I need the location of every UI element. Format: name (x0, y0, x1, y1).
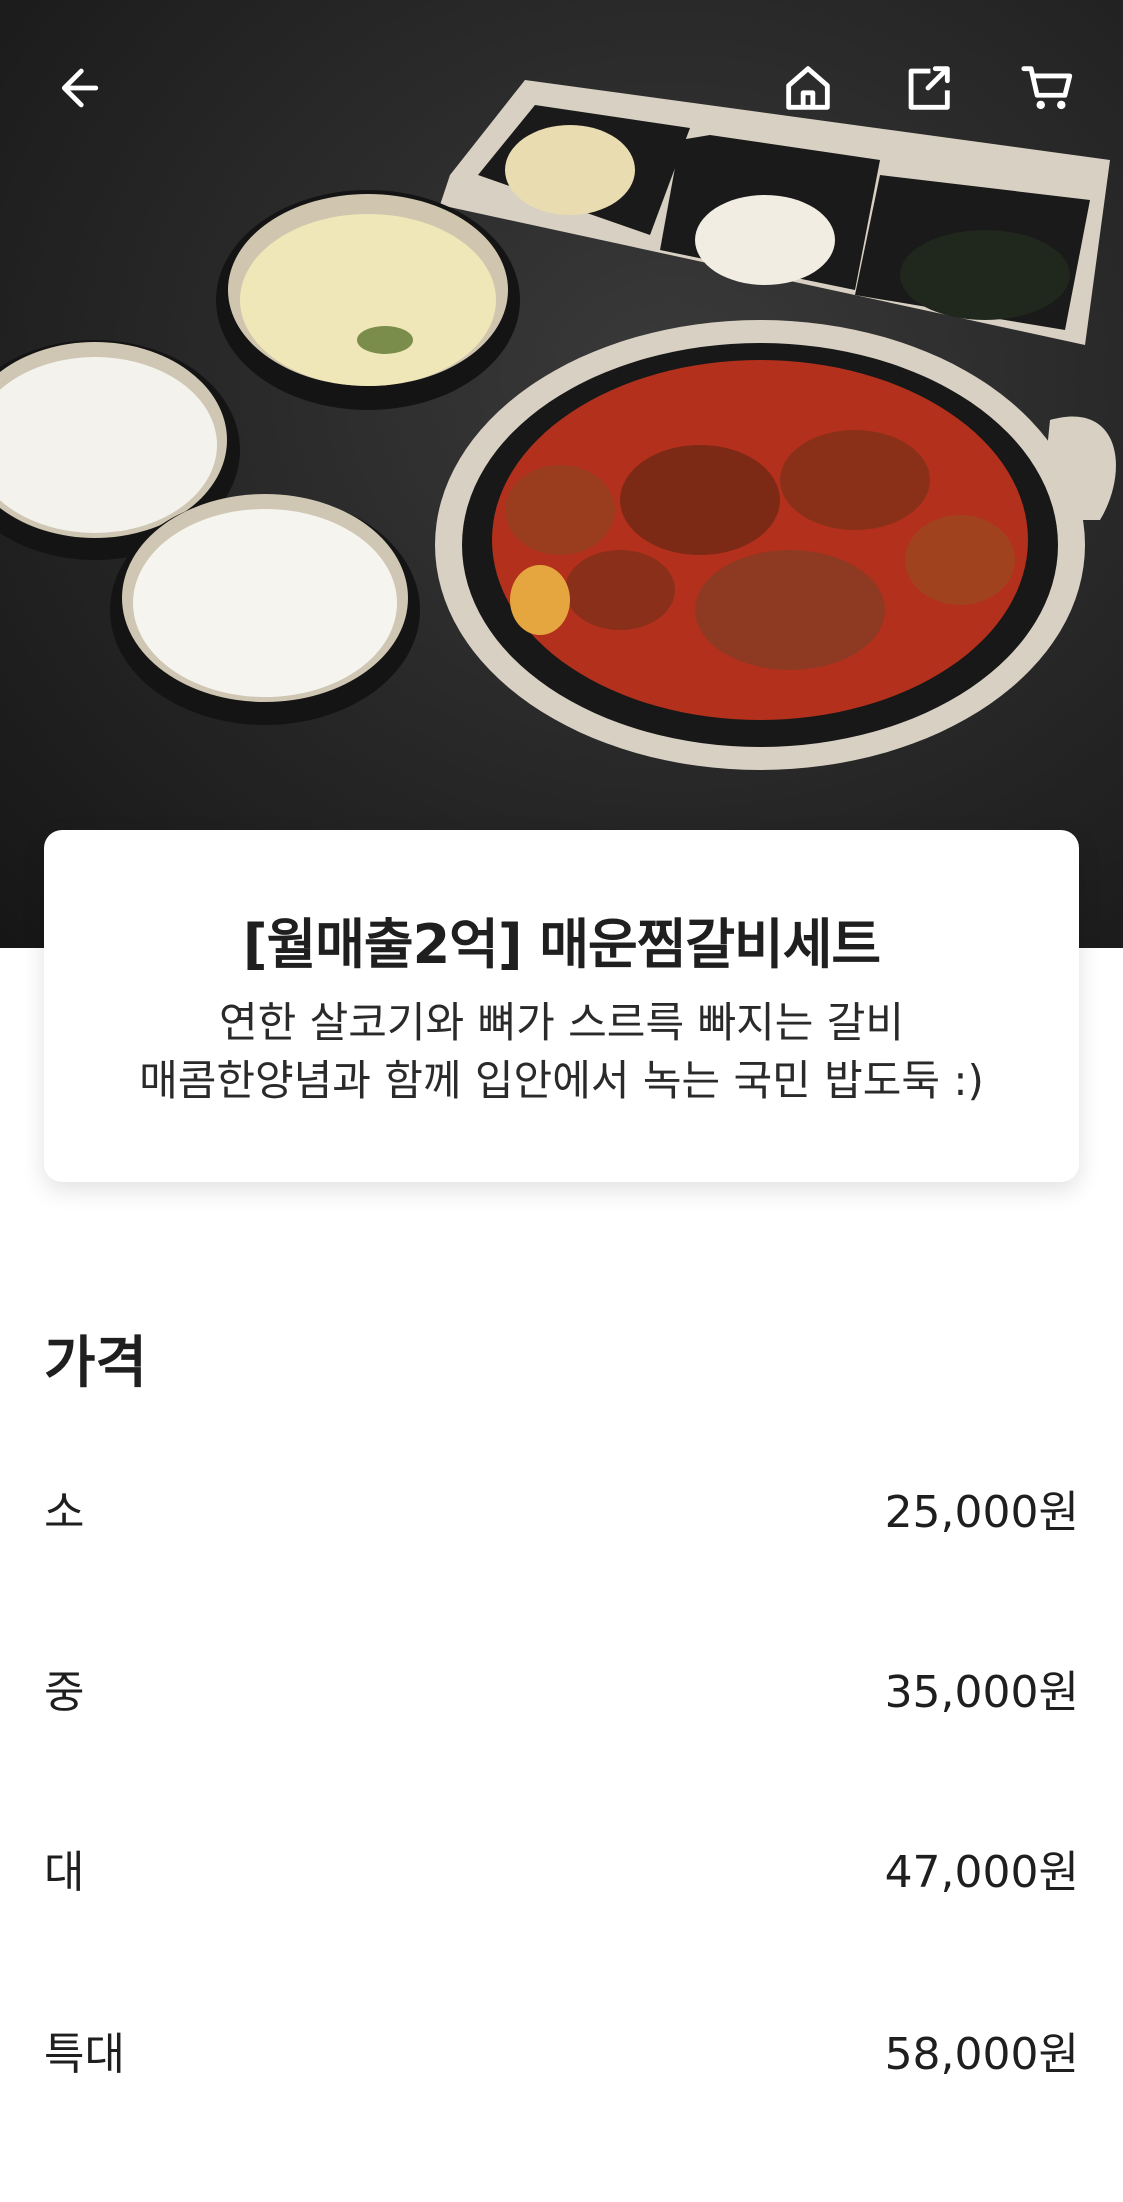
product-hero-image (0, 0, 1123, 948)
price-option-extra-large[interactable]: 특대 58,000원 (44, 2010, 1079, 2090)
share-icon (908, 66, 950, 110)
product-description-line-2: 매콤한양념과 함께 입안에서 녹는 국민 밥도둑 :) (139, 1056, 984, 1105)
price-option-large[interactable]: 대 47,000원 (44, 1828, 1079, 1908)
price-section-heading: 가격 (44, 1331, 148, 1396)
arrow-left-icon (61, 68, 99, 108)
product-description-line-1: 연한 살코기와 뼈가 스르륵 빠지는 갈비 (219, 998, 904, 1047)
price-option-size: 대 (44, 1847, 85, 1898)
share-button[interactable] (890, 50, 966, 126)
top-navigation-bar (0, 0, 1123, 170)
cart-icon (1021, 66, 1073, 110)
home-icon (786, 66, 830, 110)
soup-bowl (216, 190, 520, 410)
product-description: 연한 살코기와 뼈가 스르륵 빠지는 갈비 매콤한양념과 함께 입안에서 녹는 … (44, 994, 1079, 1110)
price-option-size: 특대 (44, 2029, 125, 2080)
price-option-amount: 35,000원 (884, 1667, 1079, 1718)
product-title: [월매출2억] 매운찜갈비세트 (242, 913, 881, 976)
back-button[interactable] (36, 50, 112, 126)
cart-button[interactable] (1010, 50, 1086, 126)
price-option-amount: 25,000원 (884, 1487, 1079, 1538)
price-option-amount: 47,000원 (884, 1847, 1079, 1898)
main-galbi-dish (435, 320, 1116, 770)
home-button[interactable] (770, 50, 846, 126)
price-option-small[interactable]: 소 25,000원 (44, 1468, 1079, 1548)
rice-bowl-front (110, 494, 420, 725)
price-option-size: 소 (44, 1487, 85, 1538)
price-option-amount: 58,000원 (884, 2029, 1079, 2080)
product-info-card: [월매출2억] 매운찜갈비세트 연한 살코기와 뼈가 스르륵 빠지는 갈비 매콤… (44, 830, 1079, 1182)
price-option-size: 중 (44, 1667, 85, 1718)
price-option-medium[interactable]: 중 35,000원 (44, 1648, 1079, 1728)
